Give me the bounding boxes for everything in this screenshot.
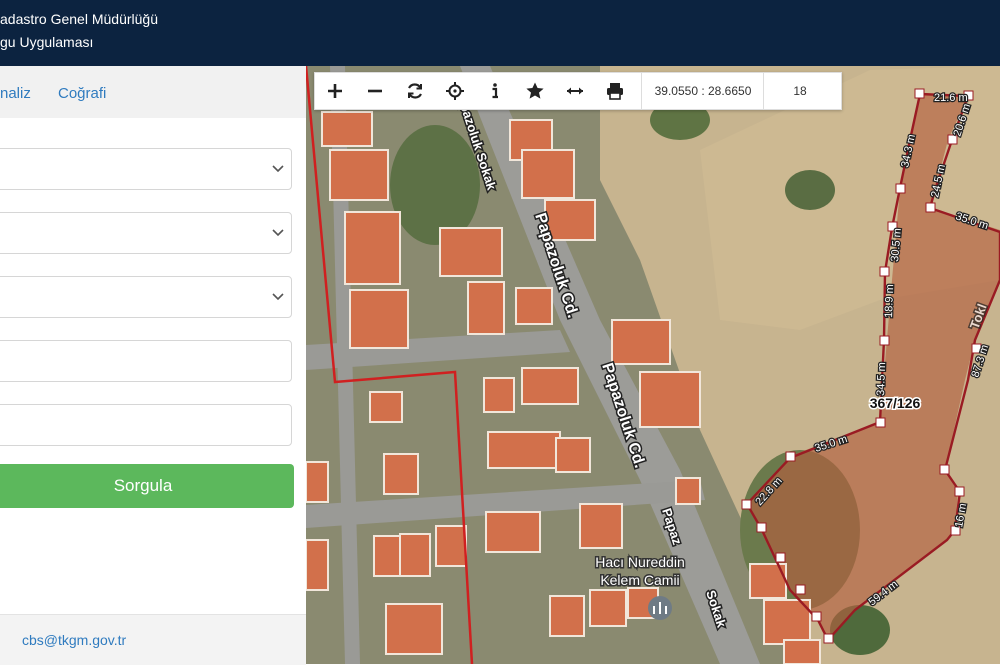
select-field-1[interactable] <box>0 148 292 190</box>
tab-bar: naliz Coğrafi <box>0 66 306 118</box>
map-canvas[interactable]: Papazoluk Cd. Papazoluk Cd. pazoluk Soka… <box>306 66 1000 664</box>
coordinate-readout: 39.0550 : 28.6650 <box>654 84 752 98</box>
zoom-in-button[interactable] <box>315 73 355 109</box>
info-button[interactable] <box>475 73 515 109</box>
select-field-3[interactable] <box>0 276 292 318</box>
tab-cografi[interactable]: Coğrafi <box>58 85 106 102</box>
sidebar-footer: cbs@tkgm.gov.tr <box>0 614 306 665</box>
tab-analiz[interactable]: naliz <box>0 85 31 102</box>
crosshair-icon <box>446 82 464 100</box>
minus-icon <box>368 89 382 93</box>
sidebar: naliz Coğrafi Sorgula cbs@tkgm.gov.tr <box>0 66 306 665</box>
input-field-2[interactable] <box>0 404 292 446</box>
refresh-icon <box>408 83 422 99</box>
header-title: adastro Genel Müdürlüğü <box>0 11 158 27</box>
edge-length-label: 18.9 m <box>883 284 896 318</box>
chevron-down-icon <box>272 229 284 237</box>
parcel-number-label: 367/126 <box>870 395 921 411</box>
toolbar-divider <box>641 73 642 109</box>
favorite-button[interactable] <box>515 73 555 109</box>
zoom-out-button[interactable] <box>355 73 395 109</box>
app-header: adastro Genel Müdürlüğü gu Uygulaması <box>0 0 1000 66</box>
input-field-1[interactable] <box>0 340 292 382</box>
contact-email-link[interactable]: cbs@tkgm.gov.tr <box>22 632 126 648</box>
star-icon <box>526 82 544 99</box>
printer-icon <box>607 83 623 100</box>
satellite-map[interactable]: Papazoluk Cd. Papazoluk Cd. pazoluk Soka… <box>306 66 1000 664</box>
query-button[interactable]: Sorgula <box>0 464 294 508</box>
arrows-horizontal-icon <box>567 87 583 95</box>
header-subtitle: gu Uygulaması <box>0 34 94 50</box>
chevron-down-icon <box>272 165 284 173</box>
refresh-button[interactable] <box>395 73 435 109</box>
locate-button[interactable] <box>435 73 475 109</box>
zoom-level-readout: 18 <box>793 84 807 98</box>
poi-name-line2: Kelem Camii <box>600 572 679 588</box>
info-icon <box>492 83 498 99</box>
select-field-2[interactable] <box>0 212 292 254</box>
tree-cluster <box>785 170 835 210</box>
print-button[interactable] <box>595 73 635 109</box>
map-toolbar: 39.0550 : 28.6650 18 <box>314 72 842 110</box>
poi-name-line1: Hacı Nureddin <box>595 554 685 570</box>
edge-length-label: 21.6 m <box>934 92 968 104</box>
edge-length-label: 34.5 m <box>875 362 888 396</box>
measure-button[interactable] <box>555 73 595 109</box>
plus-icon <box>328 84 342 98</box>
chevron-down-icon <box>272 293 284 301</box>
